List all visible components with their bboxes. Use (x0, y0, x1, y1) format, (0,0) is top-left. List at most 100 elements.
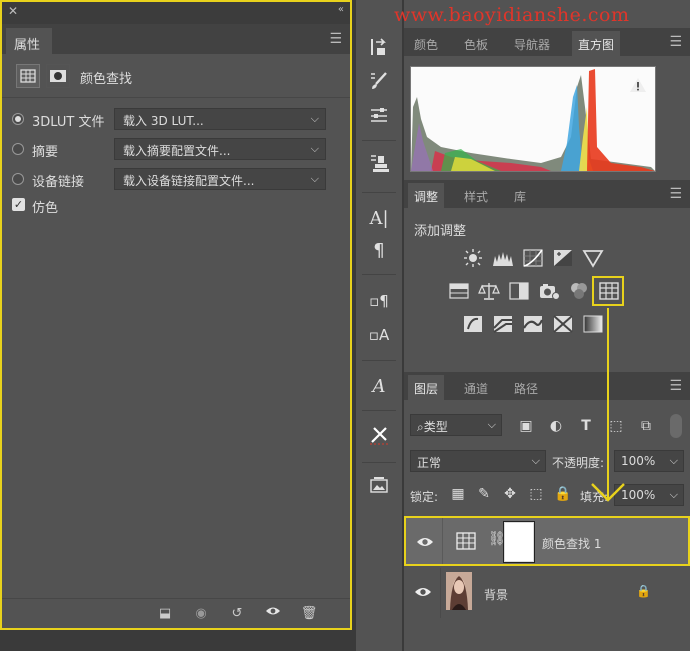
chevron-down-icon: ⌵ (310, 172, 319, 185)
layer-filter-select[interactable]: ⌕类型 ⌵ (410, 414, 502, 436)
filter-smart-object-icon[interactable]: ⧉ (638, 418, 654, 434)
panel-titlebar: ✕ « (2, 2, 350, 24)
color-lookup-icon[interactable] (598, 281, 620, 301)
lock-transparent-icon[interactable]: ▦ (450, 486, 466, 502)
channel-mixer-icon[interactable] (568, 281, 590, 301)
reset-icon[interactable]: ↺ (228, 605, 246, 623)
filter-adjustment-icon[interactable]: ◐ (548, 418, 564, 434)
history-icon[interactable] (366, 36, 392, 62)
posterize-icon[interactable] (492, 314, 514, 334)
hue-saturation-icon[interactable] (448, 281, 470, 301)
black-white-icon[interactable] (508, 281, 530, 301)
eye-icon[interactable] (414, 585, 432, 599)
layer-row-color-lookup[interactable]: ⛓ 颜色查找 1 (404, 516, 690, 566)
color-balance-icon[interactable] (478, 281, 500, 301)
abstract-row: 摘要 载入摘要配置文件... ⌵ (12, 138, 342, 160)
tab-libraries[interactable]: 库 (508, 183, 532, 208)
gradient-map-icon[interactable] (582, 314, 604, 334)
tab-histogram[interactable]: 直方图 (572, 31, 621, 56)
lut-file-label: 3DLUT 文件 (32, 115, 105, 130)
device-link-select[interactable]: 载入设备链接配置文件... ⌵ (114, 168, 326, 190)
panel-title: 颜色查找 (80, 72, 133, 87)
character-styles-icon[interactable]: ▫A (366, 322, 392, 348)
dither-label: 仿色 (32, 201, 59, 216)
image-icon[interactable] (366, 474, 392, 500)
abstract-select[interactable]: 载入摘要配置文件... ⌵ (114, 138, 326, 160)
tab-channels[interactable]: 通道 (458, 375, 494, 400)
clone-source-icon[interactable] (366, 152, 392, 178)
tool-presets-icon[interactable] (366, 424, 392, 450)
blend-mode-select[interactable]: 正常 ⌵ (410, 450, 546, 472)
threshold-icon[interactable] (522, 314, 544, 334)
curves-icon[interactable] (522, 248, 544, 268)
dither-checkbox[interactable]: ✓ (12, 198, 25, 211)
device-link-radio[interactable] (12, 173, 24, 185)
tab-color[interactable]: 颜色 (408, 31, 444, 56)
filter-shape-icon[interactable]: ⬚ (608, 418, 624, 434)
fill-input[interactable]: 100% ⌵ (614, 484, 684, 506)
invert-icon[interactable] (462, 314, 484, 334)
tab-layers[interactable]: 图层 (408, 375, 445, 400)
chevron-down-icon: ⌵ (669, 454, 678, 467)
tab-adjustments[interactable]: 调整 (408, 183, 445, 208)
panel-menu-icon[interactable]: ☰ (669, 378, 682, 394)
properties-panel: ✕ « 属性 ☰ 颜色查找 3DLUT 文件 载入 3D LUT... ⌵ 摘要 … (0, 0, 352, 630)
brush-presets-icon[interactable] (366, 104, 392, 130)
character-icon[interactable]: A| (366, 206, 392, 232)
glyphs-icon[interactable]: A (366, 374, 392, 400)
levels-icon[interactable] (492, 248, 514, 268)
opacity-input[interactable]: 100% ⌵ (614, 450, 684, 472)
layer-row-background[interactable]: 背景 🔒 (404, 568, 690, 618)
lock-artboard-icon[interactable]: ⬚ (528, 486, 544, 502)
brush-settings-icon[interactable] (366, 70, 392, 96)
paragraph-icon[interactable]: ¶ (366, 238, 392, 264)
adjustments-tabbar: 调整 样式 库 ☰ (404, 180, 690, 208)
brightness-contrast-icon[interactable] (462, 248, 484, 268)
tab-styles[interactable]: 样式 (458, 183, 494, 208)
selective-color-icon[interactable] (552, 314, 574, 334)
lock-position-icon[interactable]: ✥ (502, 486, 518, 502)
vibrance-icon[interactable] (582, 248, 604, 268)
exposure-icon[interactable] (552, 248, 574, 268)
layer-mask-thumbnail[interactable] (503, 521, 535, 563)
abstract-label: 摘要 (32, 145, 59, 160)
chevron-down-icon: ⌵ (669, 488, 678, 501)
filter-type-icon[interactable]: T (578, 418, 594, 434)
add-adjustment-title: 添加调整 (414, 224, 467, 239)
panel-menu-icon[interactable]: ☰ (669, 34, 682, 50)
layer-name[interactable]: 颜色查找 1 (542, 535, 601, 552)
photo-filter-icon[interactable] (538, 281, 560, 301)
abstract-radio[interactable] (12, 143, 24, 155)
adjustment-grid-icon[interactable] (16, 64, 40, 88)
view-previous-icon[interactable]: ◉ (192, 605, 210, 623)
panel-menu-icon[interactable]: ☰ (329, 31, 342, 47)
lock-image-icon[interactable]: ✎ (476, 486, 492, 502)
tab-swatches[interactable]: 色板 (458, 31, 494, 56)
search-icon: ⌕ (417, 420, 424, 434)
panel-menu-icon[interactable]: ☰ (669, 186, 682, 202)
eye-icon[interactable] (416, 535, 434, 549)
trash-icon[interactable]: 🗑 (300, 605, 318, 623)
lut-file-select[interactable]: 载入 3D LUT... ⌵ (114, 108, 326, 130)
chevron-down-icon: ⌵ (310, 112, 319, 125)
tab-paths[interactable]: 路径 (508, 375, 544, 400)
opacity-label: 不透明度: (552, 456, 605, 470)
histogram-chart (410, 66, 656, 172)
filter-toggle[interactable] (670, 414, 682, 438)
filter-pixel-icon[interactable]: ▣ (518, 418, 534, 434)
lock-all-icon[interactable]: 🔒 (554, 486, 571, 502)
bottom-gap (0, 632, 352, 651)
layer-name[interactable]: 背景 (484, 586, 508, 603)
mask-icon[interactable] (46, 64, 70, 88)
visibility-eye-icon[interactable] (264, 605, 282, 623)
warning-icon[interactable] (630, 78, 646, 92)
properties-tabbar: 属性 ☰ (2, 24, 350, 54)
lut-file-radio[interactable] (12, 113, 24, 125)
clip-to-layer-icon[interactable]: ⬓ (156, 605, 174, 623)
paragraph-styles-icon[interactable]: ▫¶ (366, 288, 392, 314)
tab-navigator[interactable]: 导航器 (508, 31, 556, 56)
tab-properties[interactable]: 属性 (6, 28, 52, 54)
close-icon[interactable]: ✕ (8, 4, 18, 18)
fill-label: 填充: (580, 490, 609, 504)
collapse-icon[interactable]: « (338, 4, 344, 15)
